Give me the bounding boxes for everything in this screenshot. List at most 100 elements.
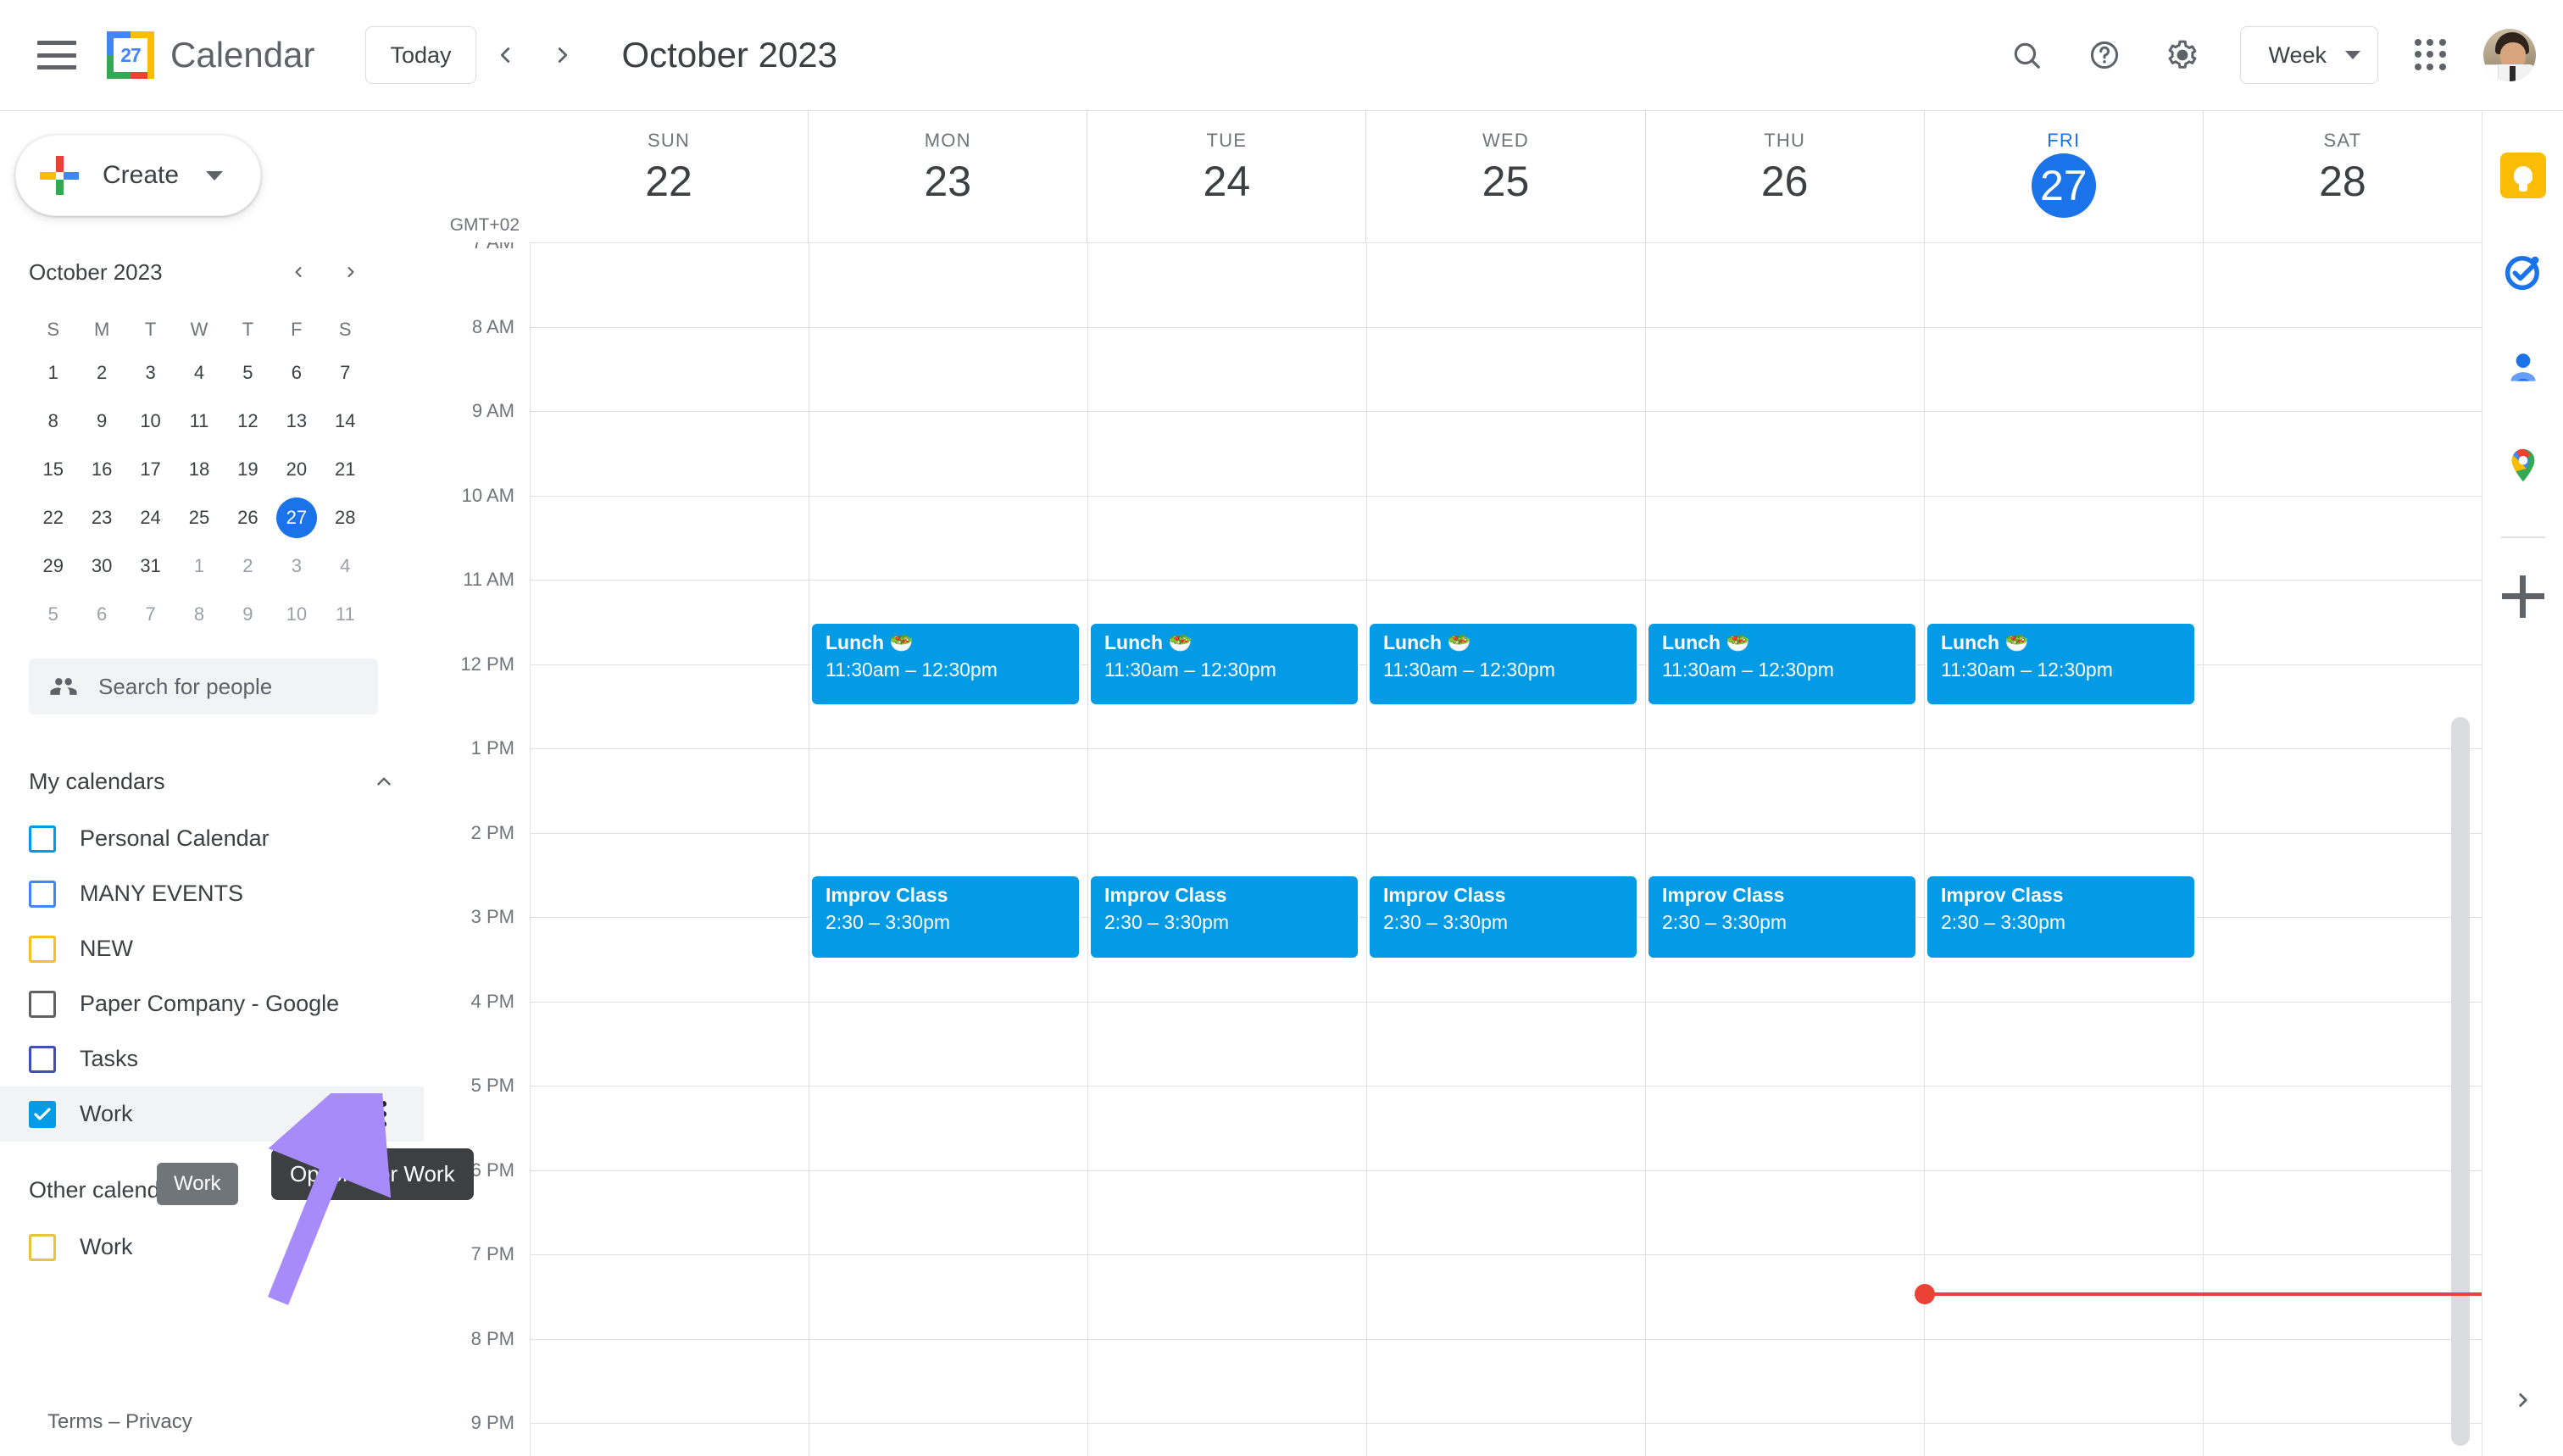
mini-calendar-day[interactable]: 29 [29,542,77,590]
time-slot[interactable] [2203,243,2482,327]
time-slot[interactable] [1087,1086,1366,1170]
calendar-event[interactable]: Lunch 🥗 11:30am – 12:30pm [1368,621,1638,707]
calendar-event[interactable]: Improv Class 2:30 – 3:30pm [1647,875,1917,959]
expand-panel-button[interactable] [2503,1380,2544,1420]
mini-calendar-day[interactable]: 18 [175,445,223,493]
time-slot[interactable] [2203,1339,2482,1423]
time-slot[interactable] [1645,327,1924,411]
time-slot[interactable] [1924,1424,2203,1456]
calendar-checkbox[interactable] [29,1100,56,1128]
time-slot[interactable] [1924,1255,2203,1339]
calendar-checkbox[interactable] [29,825,56,853]
mini-calendar-day[interactable]: 5 [224,348,272,397]
calendar-event[interactable]: Lunch 🥗 11:30am – 12:30pm [1926,621,2196,707]
mini-calendar-day[interactable]: 9 [77,397,125,445]
time-slot[interactable] [2203,1086,2482,1170]
time-slot[interactable] [809,1002,1087,1086]
time-slot[interactable] [1366,1255,1645,1339]
my-calendar-row[interactable]: Work [0,1086,424,1142]
mini-calendar-day[interactable]: 16 [77,445,125,493]
day-number[interactable]: 22 [645,158,692,205]
calendar-checkbox[interactable] [29,935,56,963]
my-calendar-row[interactable]: Tasks [0,1031,424,1086]
mini-calendar-day[interactable]: 24 [126,493,175,542]
time-slot[interactable] [2203,664,2482,748]
mini-calendar-day[interactable]: 10 [126,397,175,445]
time-slot[interactable] [809,412,1087,496]
mini-calendar-day[interactable]: 17 [126,445,175,493]
day-column-header[interactable]: TUE 24 [1087,111,1365,242]
my-calendar-row[interactable]: Paper Company - Google [0,976,424,1031]
day-number[interactable]: 25 [1482,158,1530,205]
other-calendar-row[interactable]: Work [0,1220,424,1275]
mini-calendar-day[interactable]: 7 [321,348,370,397]
help-icon[interactable] [2074,25,2135,86]
time-slot[interactable] [2203,327,2482,411]
mini-calendar-day[interactable]: 8 [29,397,77,445]
day-number[interactable]: 23 [924,158,971,205]
mini-calendar-day[interactable]: 20 [272,445,320,493]
time-slot[interactable] [1087,1255,1366,1339]
time-slot[interactable] [530,1086,809,1170]
time-slot[interactable] [1366,243,1645,327]
calendar-event[interactable]: Improv Class 2:30 – 3:30pm [1368,875,1638,959]
view-selector[interactable]: Week [2240,26,2378,84]
time-slot[interactable] [1645,1339,1924,1423]
time-slot[interactable] [809,1086,1087,1170]
time-slot[interactable] [1924,749,2203,833]
day-column-header[interactable]: MON 23 [808,111,1087,242]
time-slot[interactable] [530,664,809,748]
mini-calendar-day[interactable]: 4 [321,542,370,590]
mini-calendar-day[interactable]: 27 [272,493,320,542]
add-apps-icon[interactable] [2501,575,2544,618]
time-slot[interactable] [2203,496,2482,580]
mini-calendar-day[interactable]: 19 [224,445,272,493]
apps-grid-icon[interactable] [2400,25,2461,86]
maps-icon[interactable] [2496,438,2550,492]
app-brand[interactable]: 27 Calendar [107,31,314,79]
calendar-event[interactable]: Improv Class 2:30 – 3:30pm [810,875,1081,959]
calendar-event[interactable]: Lunch 🥗 11:30am – 12:30pm [1089,621,1359,707]
time-slot[interactable] [1645,496,1924,580]
calendar-event[interactable]: Improv Class 2:30 – 3:30pm [1926,875,2196,959]
time-slot[interactable] [1087,1424,1366,1456]
contacts-icon[interactable] [2496,342,2550,396]
time-slot[interactable] [1645,1424,1924,1456]
mini-calendar-day[interactable]: 10 [272,590,320,638]
time-slot[interactable] [530,749,809,833]
time-slot[interactable] [1924,1002,2203,1086]
time-slot[interactable] [530,243,809,327]
time-slot[interactable] [1924,496,2203,580]
time-slot[interactable] [1924,412,2203,496]
day-column-header[interactable]: THU 26 [1644,111,1924,242]
mini-calendar-day[interactable]: 7 [126,590,175,638]
time-slot[interactable] [1645,749,1924,833]
calendar-checkbox[interactable] [29,1045,56,1073]
calendar-checkbox[interactable] [29,880,56,908]
mini-calendar-day[interactable]: 6 [77,590,125,638]
time-slot[interactable] [530,1170,809,1254]
my-calendars-header[interactable]: My calendars [0,752,424,811]
time-slot[interactable] [1924,1086,2203,1170]
mini-calendar-day[interactable]: 25 [175,493,223,542]
mini-calendar-day[interactable]: 11 [175,397,223,445]
mini-calendar-day[interactable]: 4 [175,348,223,397]
time-slot[interactable] [1087,1170,1366,1254]
time-slot[interactable] [530,918,809,1002]
mini-calendar-day[interactable]: 1 [29,348,77,397]
time-slot[interactable] [1366,327,1645,411]
time-slot[interactable] [809,1255,1087,1339]
day-column-header[interactable]: SAT 28 [2202,111,2482,242]
time-slot[interactable] [1366,1002,1645,1086]
mini-calendar-day[interactable]: 3 [272,542,320,590]
mini-calendar-day[interactable]: 5 [29,590,77,638]
mini-calendar-day[interactable]: 13 [272,397,320,445]
time-slot[interactable] [1645,1086,1924,1170]
mini-calendar-day[interactable]: 1 [175,542,223,590]
hamburger-menu-icon[interactable] [37,41,76,69]
time-slot[interactable] [1366,1086,1645,1170]
time-slot[interactable] [1645,412,1924,496]
keep-icon[interactable] [2496,148,2550,203]
time-slot[interactable] [1087,243,1366,327]
day-number[interactable]: 27 [2031,153,2096,218]
